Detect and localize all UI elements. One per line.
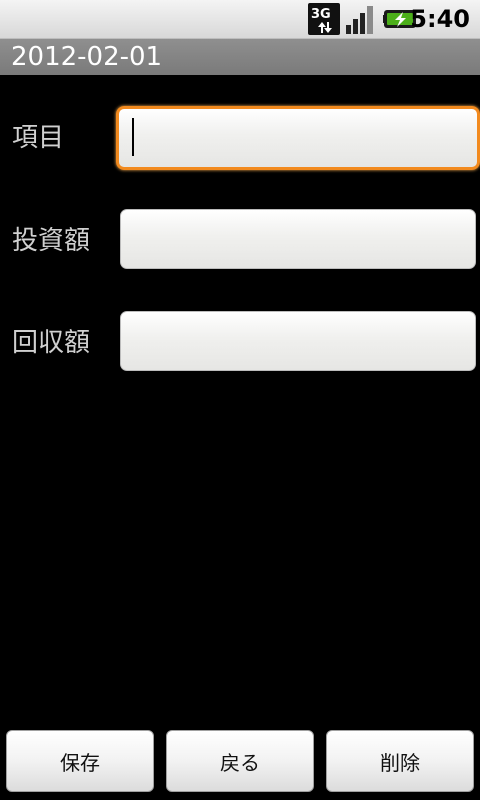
recovery-input[interactable] (120, 311, 476, 371)
status-clock: 5:40 (410, 5, 470, 33)
item-label: 項目 (12, 123, 65, 153)
screen: 3G 5:40 2012-02-01 項目 投資額 回収額 保存 戻る 削除 (0, 0, 480, 800)
svg-text:3G: 3G (311, 7, 331, 22)
delete-button[interactable]: 削除 (326, 730, 474, 792)
investment-input[interactable] (120, 209, 476, 269)
investment-label: 投資額 (12, 226, 91, 256)
save-button[interactable]: 保存 (6, 730, 154, 792)
status-bar: 3G 5:40 (0, 0, 480, 39)
signal-strength-icon (346, 6, 373, 34)
back-button[interactable]: 戻る (166, 730, 314, 792)
text-caret (132, 118, 134, 156)
page-title-date: 2012-02-01 (11, 42, 163, 72)
title-bar: 2012-02-01 (0, 39, 480, 75)
item-input[interactable] (116, 106, 480, 170)
recovery-label: 回収額 (12, 328, 91, 358)
network-3g-icon: 3G (308, 3, 340, 35)
